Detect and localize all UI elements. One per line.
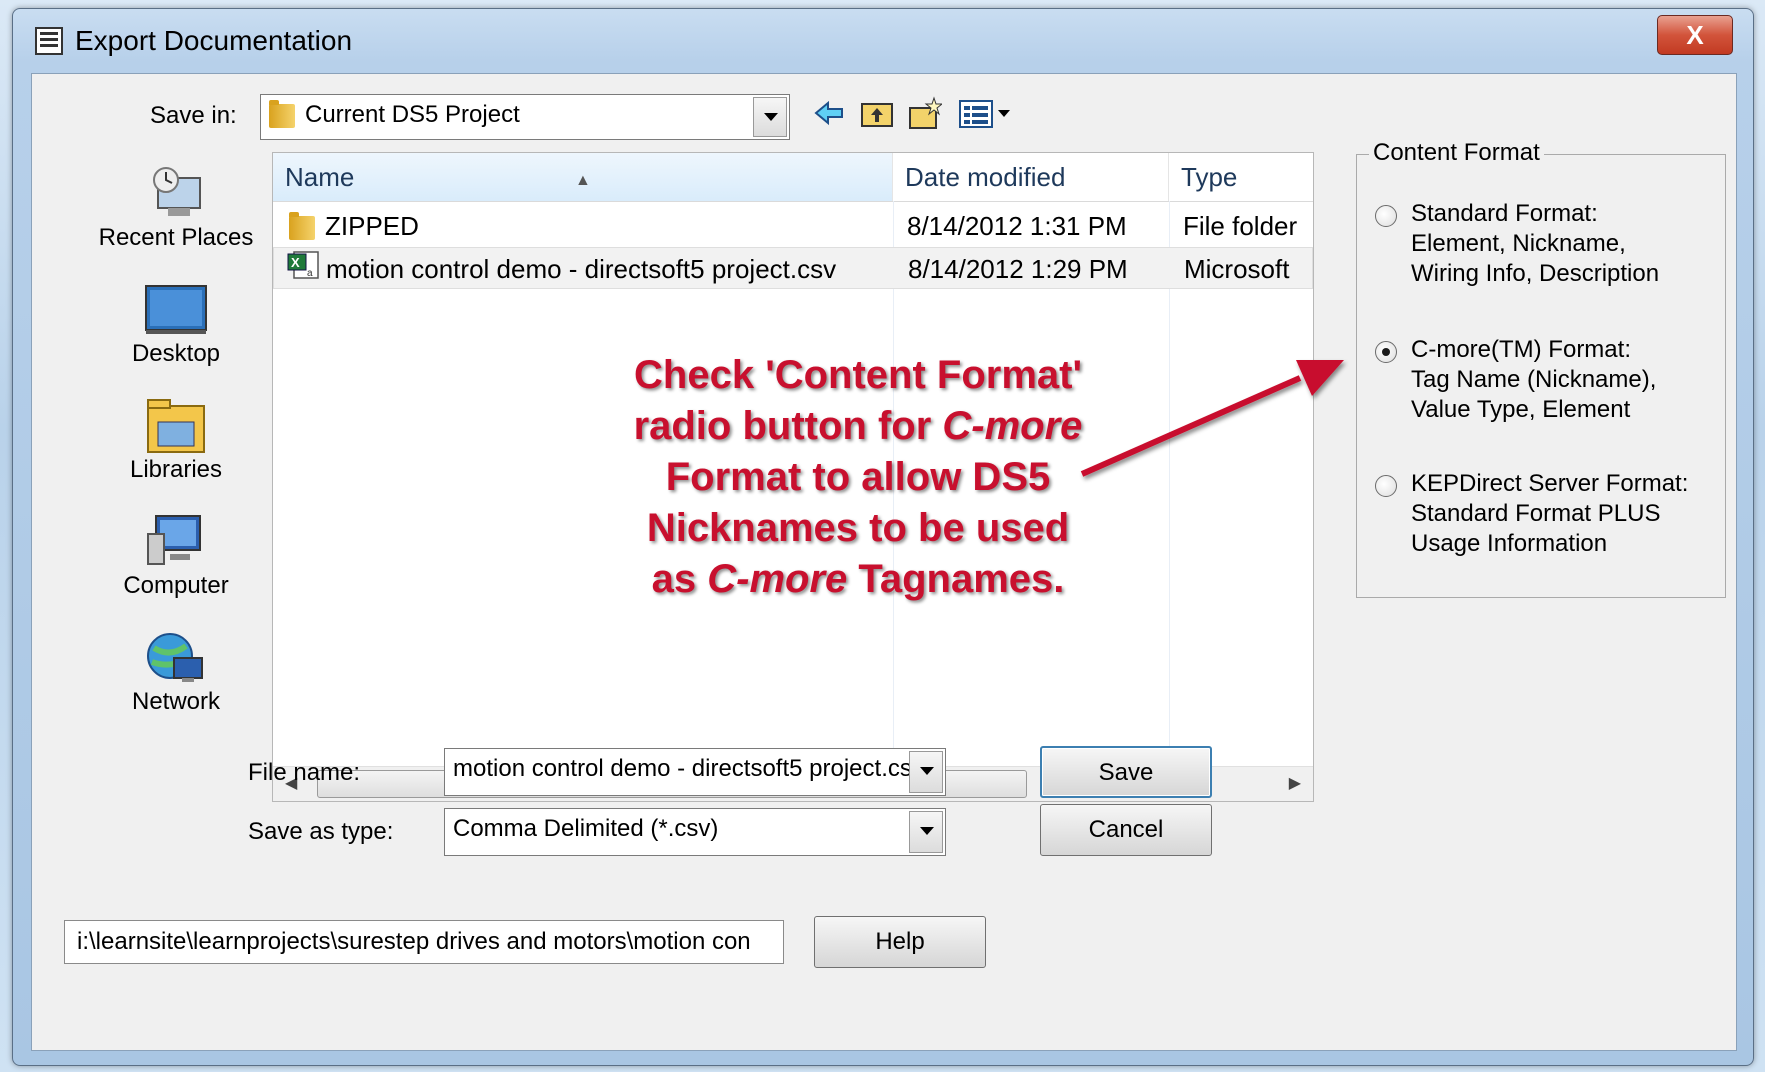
file-name: motion control demo - directsoft5 projec… xyxy=(326,254,837,284)
save-in-combo[interactable]: Current DS5 Project xyxy=(260,94,790,140)
excel-csv-icon: Xa xyxy=(286,250,320,292)
file-row-csv[interactable]: Xa motion control demo - directsoft5 pro… xyxy=(273,247,1313,289)
annotation-line: Nicknames to be used xyxy=(646,506,1070,550)
export-path-field[interactable]: i:\learnsite\learnprojects\surestep driv… xyxy=(64,920,784,964)
save-as-type-combo[interactable]: Comma Delimited (*.csv) xyxy=(444,808,946,856)
close-button[interactable]: X xyxy=(1657,15,1733,55)
recent-places-icon xyxy=(144,164,208,218)
place-recent-places[interactable]: Recent Places xyxy=(60,164,292,252)
help-button[interactable]: Help xyxy=(814,916,986,968)
annotation-text: radio button for xyxy=(633,404,943,448)
app-icon xyxy=(35,27,63,55)
chevron-down-icon[interactable] xyxy=(909,811,943,853)
place-label: Desktop xyxy=(131,340,221,367)
place-label: Libraries xyxy=(129,456,223,483)
standard-format-label[interactable]: Standard Format: Element, Nickname, Wiri… xyxy=(1411,199,1659,289)
standard-format-radio[interactable] xyxy=(1375,205,1397,227)
cmore-format-label[interactable]: C-more(TM) Format: Tag Name (Nickname), … xyxy=(1411,335,1656,425)
annotation-line: Check 'Content Format' xyxy=(634,353,1082,397)
save-as-type-label: Save as type: xyxy=(248,818,394,845)
title-bar[interactable]: Export Documentation X xyxy=(13,9,1753,69)
network-icon xyxy=(144,628,208,682)
place-libraries[interactable]: Libraries xyxy=(60,396,292,484)
libraries-icon xyxy=(144,396,208,453)
place-label: Network xyxy=(131,688,221,715)
file-name-input[interactable]: motion control demo - directsoft5 projec… xyxy=(453,755,924,783)
file-type: Microsoft xyxy=(1184,254,1290,284)
back-arrow-icon[interactable] xyxy=(812,96,846,130)
annotation-line: radio button for C-more xyxy=(568,401,1148,452)
file-row-zipped[interactable]: ZIPPED 8/14/2012 1:31 PM File folder xyxy=(273,205,1313,247)
svg-text:X: X xyxy=(291,255,300,270)
file-type: File folder xyxy=(1183,211,1298,241)
file-date: 8/14/2012 1:29 PM xyxy=(908,254,1128,284)
column-header-type[interactable]: Type xyxy=(1169,153,1313,201)
chevron-down-icon[interactable] xyxy=(909,751,943,793)
svg-text:a: a xyxy=(307,268,313,279)
annotation-text: Tagnames. xyxy=(847,557,1065,601)
file-date: 8/14/2012 1:31 PM xyxy=(907,211,1127,241)
save-in-value: Current DS5 Project xyxy=(305,101,520,128)
navigation-toolbar xyxy=(812,96,1012,132)
file-name-combo[interactable]: motion control demo - directsoft5 projec… xyxy=(444,748,946,796)
content-format-title: Content Format xyxy=(1369,139,1544,167)
file-name-label: File name: xyxy=(248,759,361,786)
kepdirect-format-radio[interactable] xyxy=(1375,475,1397,497)
folder-icon xyxy=(269,99,295,128)
content-format-group: Content Format Standard Format: Element,… xyxy=(1356,139,1726,598)
annotation-emphasis: C-more xyxy=(942,404,1083,448)
computer-icon xyxy=(144,512,208,566)
column-header-date-modified[interactable]: Date modified xyxy=(893,153,1169,201)
folder-icon xyxy=(289,212,315,241)
chevron-down-icon[interactable] xyxy=(753,97,787,137)
desktop-icon xyxy=(144,280,208,334)
save-button[interactable]: Save xyxy=(1040,746,1212,798)
annotation-text: as xyxy=(651,557,708,601)
annotation-line: Format to allow DS5 xyxy=(665,455,1051,499)
annotation-emphasis: C-more xyxy=(707,557,848,601)
file-name: ZIPPED xyxy=(325,211,419,241)
place-label: Computer xyxy=(123,572,229,599)
save-as-type-value: Comma Delimited (*.csv) xyxy=(453,815,719,842)
annotation-line: as C-more Tagnames. xyxy=(568,554,1148,605)
cmore-format-radio[interactable] xyxy=(1375,341,1397,363)
column-label: Name xyxy=(285,162,355,192)
kepdirect-format-label[interactable]: KEPDirect Server Format: Standard Format… xyxy=(1411,469,1688,559)
save-in-value-wrap: Current DS5 Project xyxy=(269,99,520,129)
annotation-callout: Check 'Content Format' radio button for … xyxy=(568,350,1148,605)
file-list-header: Name ▲ Date modified Type xyxy=(273,153,1313,202)
new-folder-icon[interactable] xyxy=(908,96,944,130)
place-computer[interactable]: Computer xyxy=(60,512,292,600)
up-folder-icon[interactable] xyxy=(860,96,894,130)
file-name-cell: Xa motion control demo - directsoft5 pro… xyxy=(286,248,890,292)
place-label: Recent Places xyxy=(98,224,254,251)
cancel-button[interactable]: Cancel xyxy=(1040,804,1212,856)
view-menu-icon[interactable] xyxy=(958,96,1012,130)
scroll-right-icon[interactable]: ▶ xyxy=(1289,773,1301,793)
window-title: Export Documentation xyxy=(75,25,353,56)
sort-ascending-icon: ▲ xyxy=(575,172,591,189)
column-header-name[interactable]: Name ▲ xyxy=(273,153,893,201)
place-desktop[interactable]: Desktop xyxy=(60,280,292,368)
file-name-cell: ZIPPED xyxy=(289,205,889,247)
save-in-label: Save in: xyxy=(150,102,237,129)
place-network[interactable]: Network xyxy=(60,628,292,716)
